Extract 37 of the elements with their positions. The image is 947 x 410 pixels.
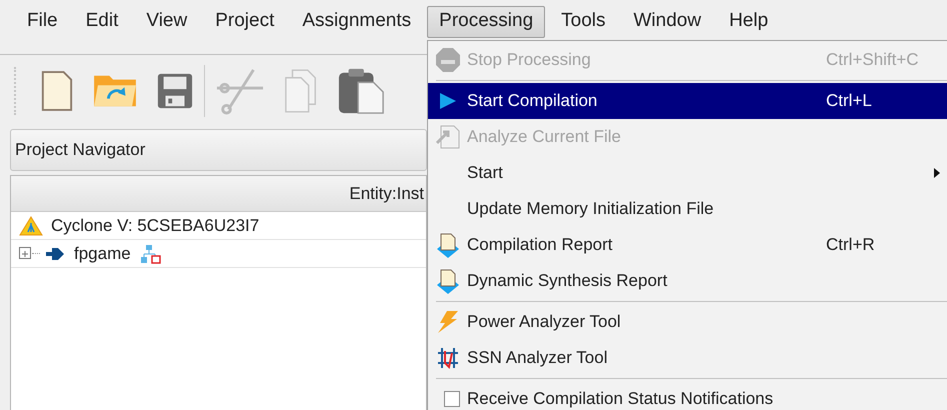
checkbox[interactable]	[444, 391, 460, 407]
expand-icon[interactable]	[19, 247, 32, 260]
device-icon	[19, 216, 43, 236]
tree-item[interactable]: fpgame	[74, 240, 131, 266]
menu-bar-item[interactable]: View	[132, 6, 202, 38]
plug-icon	[46, 246, 66, 260]
menu-bar-item[interactable]: Help	[715, 6, 782, 38]
menu-item[interactable]: SSN Analyzer Tool	[428, 340, 947, 376]
tree-item[interactable]: Cyclone V: 5CSEBA6U23I7	[51, 212, 260, 238]
document-arrow-icon	[436, 125, 460, 149]
paste-icon[interactable]	[337, 67, 385, 115]
submenu-arrow-icon	[934, 168, 940, 178]
report-icon	[436, 232, 460, 258]
report-icon	[436, 268, 460, 294]
menu-bar-item[interactable]: Project	[201, 6, 288, 38]
new-file-icon[interactable]	[40, 70, 74, 112]
column-title[interactable]: Entity:Inst	[349, 180, 424, 206]
menu-bar-item[interactable]: Edit	[72, 6, 132, 38]
menu-item[interactable]: Compilation Report Ctrl+R	[428, 227, 947, 263]
menu-item[interactable]: Power Analyzer Tool	[428, 304, 947, 340]
menu-bar-item[interactable]: Tools	[547, 6, 620, 38]
stop-icon	[434, 47, 460, 73]
menu-item[interactable]: Update Memory Initialization File	[428, 191, 947, 227]
hierarchy-icon	[140, 244, 161, 264]
menu-bar-item[interactable]: Window	[620, 6, 716, 38]
panel-title: Project Navigator	[15, 139, 146, 162]
menu-bar-item[interactable]: File	[13, 6, 72, 38]
menu-item[interactable]: Dynamic Synthesis Report	[428, 263, 947, 299]
lightning-icon	[436, 310, 458, 334]
menu-bar-item[interactable]: Assignments	[288, 6, 426, 38]
play-icon	[438, 92, 456, 110]
grid-icon	[436, 347, 458, 369]
menu-bar-item[interactable]: Processing	[427, 6, 546, 38]
checkbox-menu-item[interactable]: Receive Compilation Status Notifications	[428, 381, 947, 410]
save-icon[interactable]	[156, 72, 194, 110]
menu-item[interactable]: Start Compilation Ctrl+L	[428, 83, 947, 119]
submenu-item[interactable]: Start	[428, 155, 947, 191]
